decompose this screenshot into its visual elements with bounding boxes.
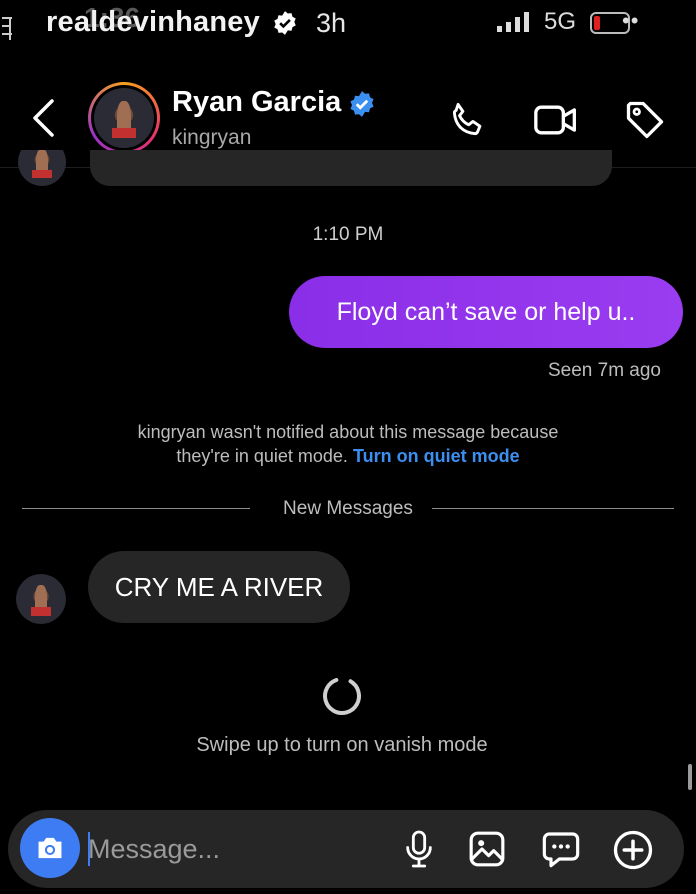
loading-spinner-icon [323, 676, 361, 715]
story-time: 3h [316, 8, 347, 38]
video-icon[interactable] [532, 98, 580, 142]
received-message-bubble[interactable]: CRY ME A RIVER [88, 551, 350, 623]
new-messages-label: New Messages [283, 498, 413, 519]
message-input[interactable] [88, 828, 388, 870]
contact-handle: kingryan [172, 126, 252, 149]
sent-message-text: Floyd can’t save or help u.. [336, 297, 636, 326]
camera-icon [38, 837, 62, 859]
status-more: •• [622, 8, 640, 33]
story-side-icon [2, 17, 12, 40]
new-messages-divider: New Messages [22, 496, 674, 522]
microphone-icon[interactable] [402, 829, 436, 869]
gallery-icon[interactable] [467, 829, 507, 869]
signal-icon [497, 12, 529, 32]
verified-badge-icon [350, 91, 374, 117]
tag-icon[interactable] [622, 98, 668, 142]
vanish-mode-hint: Swipe up to turn on vanish mode [196, 734, 488, 756]
phone-icon[interactable] [446, 98, 490, 142]
story-verified-icon [274, 11, 296, 35]
notice-line-1: kingryan wasn't notified about this mess… [137, 422, 559, 442]
message-composer [8, 810, 684, 888]
previous-message-avatar [18, 150, 66, 186]
sticker-chat-icon[interactable] [540, 829, 582, 869]
story-username[interactable]: realdevinhaney [46, 6, 260, 39]
back-icon[interactable] [30, 98, 56, 138]
story-overlay-bar: 1:36 realdevinhaney 3h 5G •• [0, 0, 696, 50]
turn-on-quiet-mode-link[interactable]: Turn on quiet mode [353, 446, 520, 466]
received-message-avatar[interactable] [16, 574, 66, 624]
sent-message-bubble[interactable]: Floyd can’t save or help u.. [289, 276, 683, 348]
seen-status: Seen 7m ago [547, 360, 661, 381]
contact-avatar[interactable] [88, 82, 160, 154]
add-icon[interactable] [612, 829, 654, 871]
notice-line-2: they're in quiet mode. [176, 446, 348, 466]
previous-message-bubble[interactable] [90, 150, 612, 186]
network-type: 5G [544, 8, 577, 35]
camera-button[interactable] [20, 818, 80, 878]
contact-name[interactable]: Ryan Garcia [172, 86, 341, 119]
message-timestamp: 1:10 PM [312, 224, 384, 245]
quiet-mode-notice: kingryan wasn't notified about this mess… [0, 420, 696, 468]
received-message-text: CRY ME A RIVER [114, 571, 324, 602]
scrollbar[interactable] [688, 764, 692, 790]
